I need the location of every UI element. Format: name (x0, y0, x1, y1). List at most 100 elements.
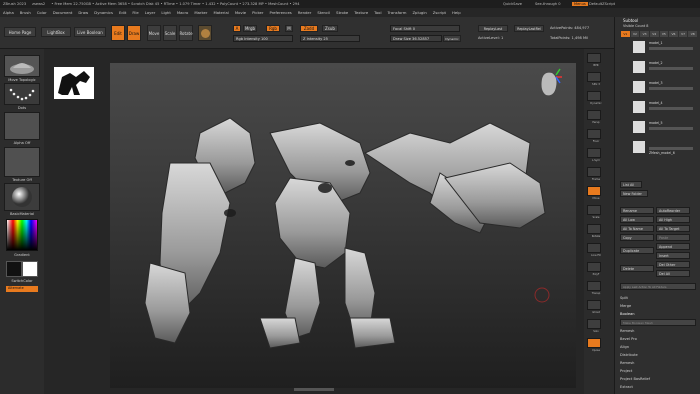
lightbox-button[interactable]: LightBox (41, 27, 71, 37)
alpha-thumbnail[interactable] (4, 112, 40, 140)
menu-help[interactable]: Help (452, 10, 461, 15)
draw-button[interactable]: Draw (127, 25, 141, 41)
extract-menu[interactable]: Extract (620, 385, 633, 389)
shelf-transp-button[interactable] (587, 281, 601, 291)
list-all-button[interactable]: List All (620, 181, 642, 188)
quicksave-button[interactable]: QuickSave (503, 2, 522, 6)
all-high-button[interactable]: All High (656, 216, 690, 223)
bevel-pro-menu[interactable]: Bevel Pro (620, 337, 637, 341)
shelf-solo-button[interactable] (587, 319, 601, 329)
main-color-swatch[interactable] (22, 261, 38, 277)
shelf-ghost-button[interactable] (587, 300, 601, 310)
texture-thumbnail[interactable] (4, 147, 40, 177)
menu-alpha[interactable]: Alpha (3, 10, 14, 15)
menu-preferences[interactable]: Preferences (269, 10, 291, 15)
m-button[interactable]: M (285, 25, 293, 32)
move-button[interactable]: Move (147, 25, 161, 41)
tab-v7[interactable]: V7 (678, 31, 688, 37)
shelf-dynamic-button[interactable] (587, 91, 601, 101)
all-low-button[interactable]: All Low (620, 216, 654, 223)
home-page-button[interactable]: Home Page (4, 27, 36, 37)
draw-size-slider[interactable]: Draw Size 36.52857 (390, 35, 442, 42)
edit-button[interactable]: Edit (111, 25, 125, 41)
menu-stencil[interactable]: Stencil (317, 10, 330, 15)
menu-layer[interactable]: Layer (145, 10, 156, 15)
append-button[interactable]: Append (656, 243, 690, 250)
shelf-floor-button[interactable] (587, 129, 601, 139)
seethrough-slider[interactable]: See-through 0 (535, 2, 561, 6)
live-boolean-button[interactable]: Live Boolean (74, 27, 106, 37)
color-picker[interactable] (6, 219, 38, 251)
project-menu[interactable]: Project (620, 369, 632, 373)
alternate-button[interactable]: Alternate (6, 286, 38, 292)
delete-button[interactable]: Delete (620, 265, 654, 272)
tab-v2[interactable]: V2 (630, 31, 640, 37)
menu-marker[interactable]: Marker (194, 10, 207, 15)
shelf-rotate-button[interactable] (587, 224, 601, 234)
menu-edit[interactable]: Edit (119, 10, 126, 15)
shelf-polyf-button[interactable] (587, 262, 601, 272)
replaylastrel-button[interactable]: ReplayLastRel (514, 25, 544, 32)
shelf-scale-button[interactable] (587, 205, 601, 215)
shelf-bpr-button[interactable] (587, 53, 601, 63)
canvas-scroll-indicator[interactable] (294, 388, 334, 391)
stroke-thumbnail[interactable] (4, 83, 40, 105)
shelf-line-fill-button[interactable] (587, 243, 601, 253)
subtool-opacity-slider[interactable] (649, 67, 693, 70)
rgb-intensity-slider[interactable]: Rgb Intensity 100 (233, 35, 293, 42)
rename-button[interactable]: Rename (620, 207, 654, 214)
replaylast-button[interactable]: ReplayLast (478, 25, 508, 32)
menu-stroke[interactable]: Stroke (336, 10, 348, 15)
a-button[interactable]: A (233, 25, 241, 32)
zsub-button[interactable]: Zsub (322, 25, 338, 32)
shelf-xpose-button[interactable] (587, 338, 601, 348)
menu-texture[interactable]: Texture (354, 10, 368, 15)
menu-light[interactable]: Light (161, 10, 170, 15)
shelf-spix-3-button[interactable] (587, 72, 601, 82)
menu-transform[interactable]: Transform (388, 10, 407, 15)
merge-menu[interactable]: Merge (620, 304, 631, 308)
subtool-opacity-slider[interactable] (649, 147, 693, 150)
menu-movie[interactable]: Movie (235, 10, 246, 15)
subtool-item[interactable]: model_1 (631, 39, 695, 57)
tab-v1[interactable]: V1 (621, 31, 630, 37)
menu-render[interactable]: Render (298, 10, 312, 15)
menu-document[interactable]: Document (53, 10, 73, 15)
secondary-color-swatch[interactable] (6, 261, 22, 277)
material-thumbnail[interactable] (4, 183, 40, 211)
navigation-gizmo[interactable] (532, 65, 566, 105)
align-menu[interactable]: Align (620, 345, 629, 349)
all-to-name-button[interactable]: All To Name (620, 225, 654, 232)
menu-zplugin[interactable]: Zplugin (412, 10, 426, 15)
z-intensity-slider[interactable]: Z Intensity 25 (300, 35, 360, 42)
subtool-item[interactable]: ZMesh_model_6 (631, 139, 695, 157)
subtool-item[interactable]: model_3 (631, 79, 695, 97)
del-all-button[interactable]: Del All (656, 270, 690, 277)
subtool-item[interactable]: model_2 (631, 59, 695, 77)
subtool-item[interactable]: model_5 (631, 119, 695, 137)
paste-button[interactable]: Paste (656, 234, 690, 241)
new-folder-button[interactable]: New Folder (620, 190, 648, 197)
tab-v5[interactable]: V5 (659, 31, 669, 37)
project-basrelief-menu[interactable]: Project BasRelief (620, 377, 650, 381)
default-zscript-button[interactable]: DefaultZScript (589, 2, 615, 6)
subtool-item[interactable]: model_4 (631, 99, 695, 117)
focal-shift-slider[interactable]: Focal Shift 0 (390, 25, 460, 32)
subtool-opacity-slider[interactable] (649, 47, 693, 50)
subtool-title[interactable]: Subtool (623, 19, 638, 23)
canvas-area[interactable] (44, 49, 584, 394)
tab-v8[interactable]: V8 (688, 31, 697, 37)
shelf-l-sym-button[interactable] (587, 148, 601, 158)
subtool-opacity-slider[interactable] (649, 107, 693, 110)
tab-v4[interactable]: V4 (649, 31, 659, 37)
del-other-button[interactable]: Del Other (656, 261, 690, 268)
dynamic-button[interactable]: Dynamic (443, 35, 461, 42)
remesh-menu-2[interactable]: Remesh (620, 361, 634, 365)
shelf-frame-button[interactable] (587, 167, 601, 177)
menu-draw[interactable]: Draw (78, 10, 88, 15)
subtool-opacity-slider[interactable] (649, 87, 693, 90)
subtool-opacity-slider[interactable] (649, 127, 693, 130)
menu-file[interactable]: File (132, 10, 138, 15)
insert-button[interactable]: Insert (656, 252, 690, 259)
remesh-menu[interactable]: Remesh (620, 329, 634, 333)
